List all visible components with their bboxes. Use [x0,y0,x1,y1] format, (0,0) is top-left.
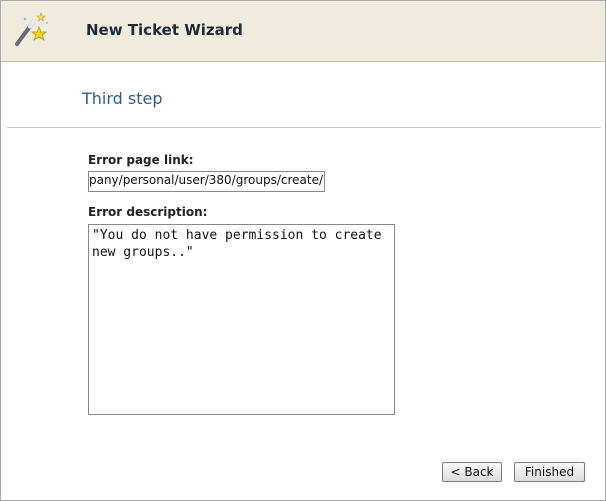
divider [7,127,601,128]
error-link-value: pany/personal/user/380/groups/create/ [88,173,323,187]
finished-button[interactable]: Finished [514,462,585,482]
error-link-input[interactable]: pany/personal/user/380/groups/create/ [88,171,325,192]
error-description-label: Error description: [88,205,208,219]
back-button[interactable]: < Back [442,462,502,482]
step-title: Third step [82,89,163,108]
wizard-window: New Ticket Wizard Third step Error page … [0,0,606,501]
magic-wand-icon [11,11,49,47]
wizard-header: New Ticket Wizard [1,1,605,62]
error-description-textarea[interactable]: "You do not have permission to create ne… [88,224,395,415]
error-link-label: Error page link: [88,153,194,167]
wizard-title: New Ticket Wizard [86,21,243,39]
